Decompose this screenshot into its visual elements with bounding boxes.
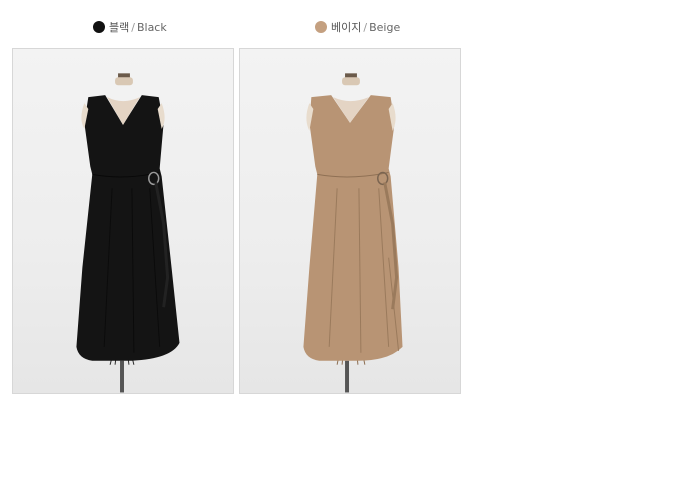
color-name-separator: / <box>363 20 368 34</box>
color-name-english: Black <box>136 20 167 34</box>
color-option-black[interactable]: 블랙 / Black <box>93 19 167 35</box>
color-option-beige[interactable]: 베이지 / Beige <box>315 19 400 35</box>
dress-beige-illustration <box>303 73 403 393</box>
product-photo-beige <box>239 48 461 394</box>
beige-color-swatch-icon <box>315 21 327 33</box>
product-photo-black <box>12 48 234 394</box>
black-color-swatch-icon <box>93 21 105 33</box>
color-name-korean: 블랙 <box>109 21 130 34</box>
dress-black-illustration <box>76 73 180 393</box>
color-name-korean: 베이지 <box>331 21 362 34</box>
color-name-separator: / <box>131 20 135 34</box>
color-name-english: Beige <box>369 20 401 34</box>
